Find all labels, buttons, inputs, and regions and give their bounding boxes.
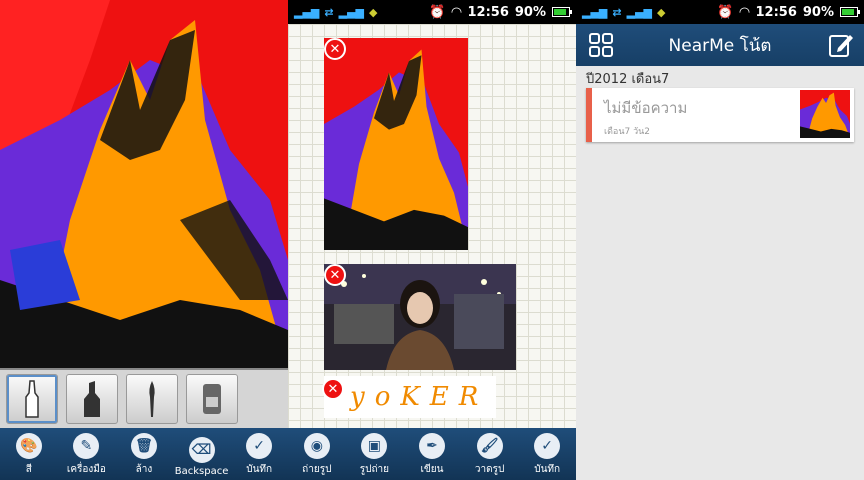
status-battery: 90% bbox=[802, 4, 834, 20]
check-icon: ✓ bbox=[534, 433, 561, 459]
app-header: NearMe โน้ต bbox=[576, 24, 864, 66]
grid-menu-icon[interactable] bbox=[588, 32, 614, 58]
photo-icon: ▣ bbox=[361, 433, 388, 459]
battery-icon bbox=[552, 7, 572, 17]
note-list-item[interactable]: ไม่มีข้อความ เดือน7 วัน2 bbox=[586, 88, 854, 142]
status-battery: 90% bbox=[514, 4, 546, 20]
wifi-icon: ◠ bbox=[451, 4, 462, 20]
backspace-button[interactable]: ⌫ Backspace bbox=[175, 437, 229, 477]
note-editor-screen: ▂▄▆ ⇄ ▂▄▆ ◆ ⏰ ◠ 12:56 90% ✕ ✕ yoKER ✕ ◉ … bbox=[288, 0, 576, 480]
signal-icons: ▂▄▆ ⇄ ▂▄▆ ◆ bbox=[294, 5, 378, 19]
brush-chisel[interactable] bbox=[66, 374, 118, 424]
brush-picker bbox=[0, 368, 288, 428]
save-drawing-button[interactable]: ✓ บันทึก bbox=[232, 433, 286, 477]
brush-marker[interactable] bbox=[6, 374, 58, 424]
check-icon: ✓ bbox=[246, 433, 273, 459]
section-date-header: ปี2012 เดือน7 bbox=[586, 72, 670, 87]
write-button[interactable]: ✒ เขียน bbox=[405, 433, 459, 477]
clear-button[interactable]: 🗑 ล้าง bbox=[117, 433, 171, 477]
note-thumbnail bbox=[800, 90, 850, 138]
status-time: 12:56 bbox=[755, 4, 797, 20]
drawing-screen: 🎨 สี ✎ เครื่องมือ 🗑 ล้าง ⌫ Backspace ✓ บ… bbox=[0, 0, 288, 480]
pen-icon: ✒ bbox=[418, 433, 445, 459]
handwriting-text: yoKER bbox=[350, 382, 489, 412]
status-time: 12:56 bbox=[467, 4, 509, 20]
alarm-icon: ⏰ bbox=[429, 4, 446, 20]
photo-thumbnail bbox=[324, 264, 516, 370]
camera-icon: ◉ bbox=[303, 433, 330, 459]
drawing-thumbnail bbox=[324, 38, 468, 250]
paintbrush-icon bbox=[149, 381, 155, 417]
drawing-attachment[interactable]: ✕ bbox=[324, 38, 468, 250]
note-title: ไม่มีข้อความ bbox=[604, 99, 688, 117]
notes-list-screen: ▂▄▆ ⇄ ▂▄▆ ◆ ⏰ ◠ 12:56 90% NearMe โน้ต ปี201… bbox=[576, 0, 864, 480]
note-canvas[interactable]: ✕ ✕ yoKER ✕ bbox=[288, 24, 576, 428]
wifi-icon: ◠ bbox=[739, 4, 750, 20]
trash-icon: 🗑 bbox=[130, 433, 157, 459]
marker-icon bbox=[25, 380, 39, 418]
drawing-canvas[interactable] bbox=[0, 0, 288, 370]
photo-button[interactable]: ▣ รูปถ่าย bbox=[347, 433, 401, 477]
handwriting-attachment[interactable]: yoKER ✕ bbox=[322, 376, 496, 418]
note-toolbar: ◉ ถ่ายรูป ▣ รูปถ่าย ✒ เขียน 🖌 วาดรูป ✓ บ… bbox=[288, 428, 576, 480]
tools-button[interactable]: ✎ เครื่องมือ bbox=[59, 433, 113, 477]
brush-tool-icon: ✎ bbox=[73, 433, 100, 459]
remove-handwriting-button[interactable]: ✕ bbox=[322, 378, 344, 400]
backspace-icon: ⌫ bbox=[188, 437, 215, 463]
paintbrush-icon: 🖌 bbox=[476, 433, 503, 459]
app-title: NearMe โน้ต bbox=[668, 35, 772, 56]
drawing-toolbar: 🎨 สี ✎ เครื่องมือ 🗑 ล้าง ⌫ Backspace ✓ บ… bbox=[0, 428, 288, 480]
palette-icon: 🎨 bbox=[15, 433, 42, 459]
save-note-button[interactable]: ✓ บันทึก bbox=[520, 433, 574, 477]
signal-icons: ▂▄▆ ⇄ ▂▄▆ ◆ bbox=[582, 5, 666, 19]
alarm-icon: ⏰ bbox=[717, 4, 734, 20]
status-bar: ▂▄▆ ⇄ ▂▄▆ ◆ ⏰ ◠ 12:56 90% bbox=[576, 0, 864, 24]
status-bar: ▂▄▆ ⇄ ▂▄▆ ◆ ⏰ ◠ 12:56 90% bbox=[288, 0, 576, 24]
eraser-icon bbox=[203, 384, 221, 414]
photo-attachment[interactable]: ✕ bbox=[324, 264, 516, 370]
draw-button[interactable]: 🖌 วาดรูป bbox=[463, 433, 517, 477]
remove-photo-button[interactable]: ✕ bbox=[324, 264, 346, 286]
camera-button[interactable]: ◉ ถ่ายรูป bbox=[290, 433, 344, 477]
compose-icon[interactable] bbox=[828, 32, 854, 58]
chisel-marker-icon bbox=[84, 381, 100, 417]
battery-icon bbox=[840, 7, 860, 17]
brush-paintbrush[interactable] bbox=[126, 374, 178, 424]
color-button[interactable]: 🎨 สี bbox=[2, 433, 56, 477]
brush-eraser[interactable] bbox=[186, 374, 238, 424]
note-date: เดือน7 วัน2 bbox=[604, 127, 650, 137]
remove-drawing-button[interactable]: ✕ bbox=[324, 38, 346, 60]
